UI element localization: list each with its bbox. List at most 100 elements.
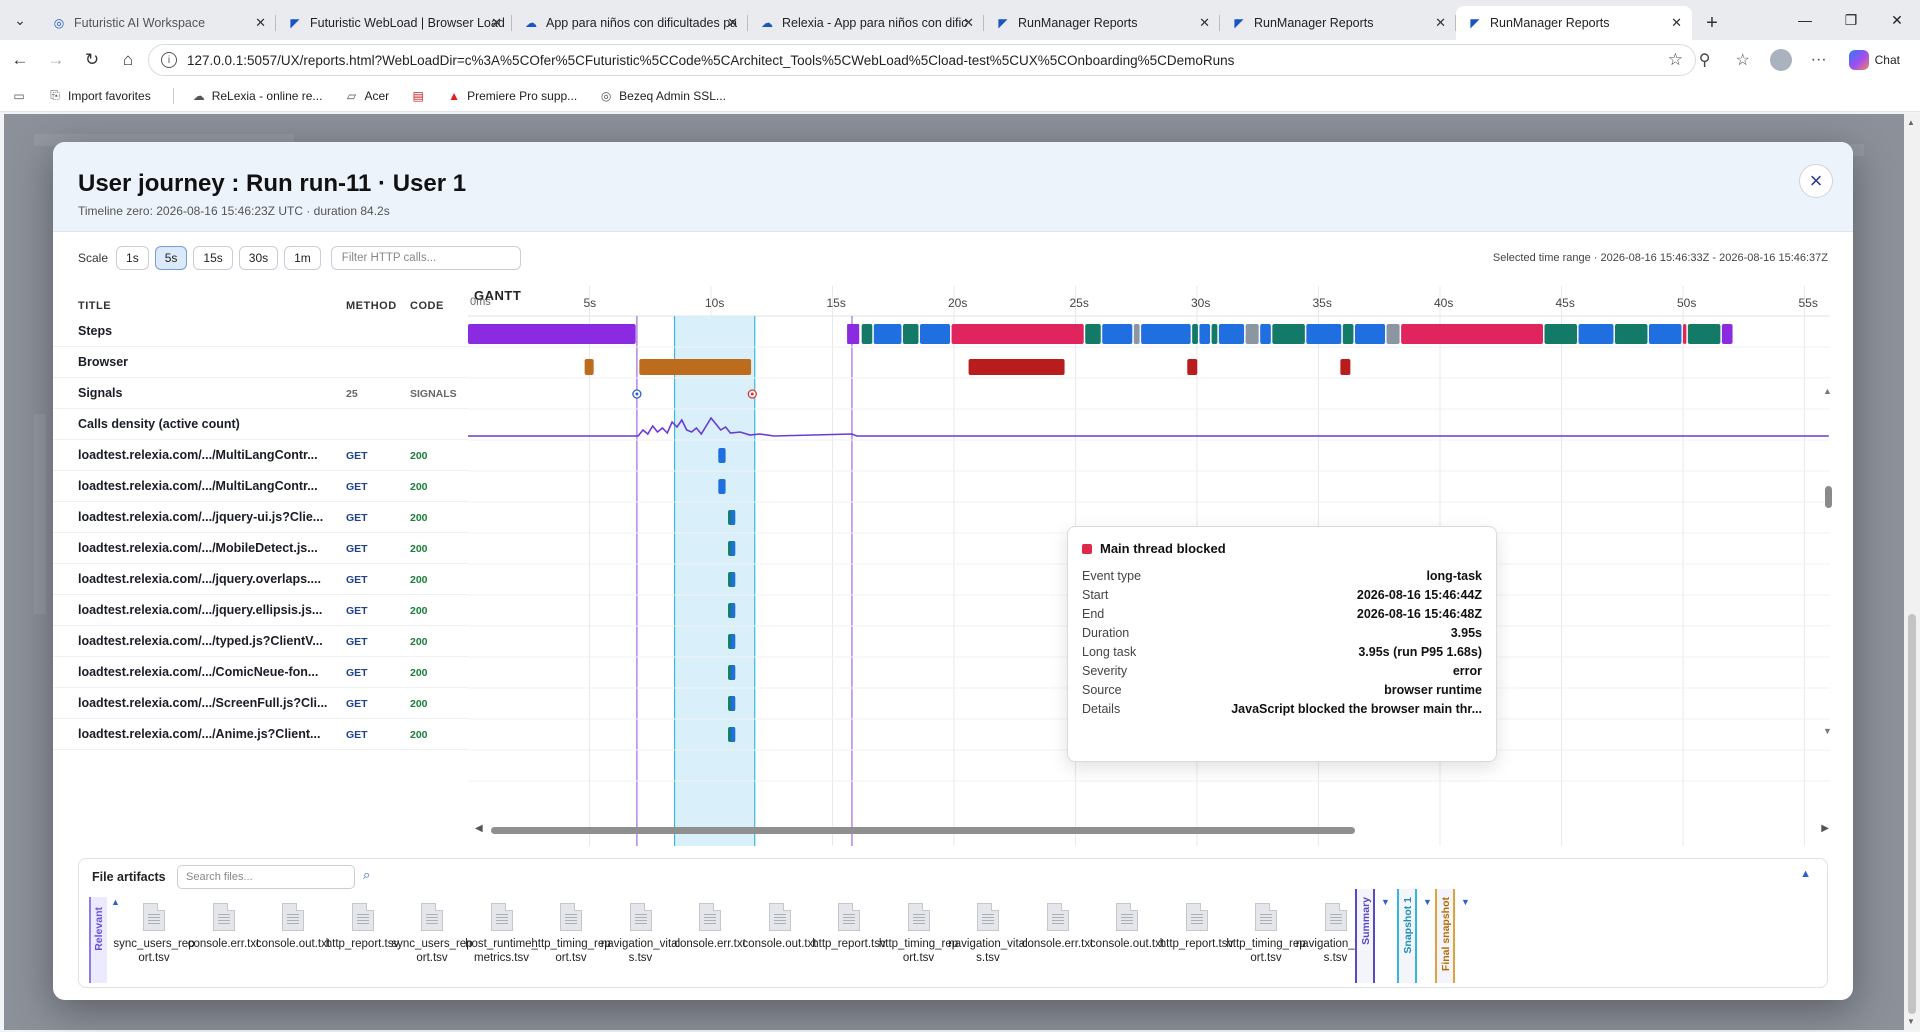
step-bar[interactable] <box>1199 324 1211 344</box>
selection-range[interactable] <box>674 316 755 846</box>
close-window-icon[interactable]: ✕ <box>1874 0 1920 40</box>
snapshot-tab-1[interactable]: Snapshot 1 <box>1397 889 1417 983</box>
minimize-icon[interactable]: — <box>1782 0 1828 40</box>
step-bar[interactable] <box>1354 324 1386 344</box>
tab-close-icon[interactable]: ✕ <box>255 15 266 31</box>
new-tab-button[interactable]: + <box>1692 6 1732 40</box>
refresh-icon[interactable]: ↻ <box>76 44 108 76</box>
step-bar[interactable] <box>873 324 902 344</box>
step-bar[interactable] <box>1683 324 1687 344</box>
snapshot-tab-2[interactable]: Final snapshot <box>1435 889 1455 983</box>
step-bar[interactable] <box>1687 324 1721 344</box>
close-icon[interactable]: × <box>1799 164 1833 198</box>
chat-button[interactable]: Chat <box>1841 50 1908 70</box>
table-row[interactable]: loadtest.relexia.com/.../MultiLangContr.… <box>53 471 468 502</box>
table-row[interactable]: Signals 25 SIGNALS <box>53 378 468 409</box>
gantt-vscroll-thumb[interactable] <box>1825 486 1832 508</box>
step-bar[interactable] <box>1192 324 1198 344</box>
browser-tab-0[interactable]: ◎ Futuristic AI Workspace ✕ <box>40 6 276 40</box>
url-text[interactable]: 127.0.0.1:5057/UX/reports.html?WebLoadDi… <box>187 53 1234 68</box>
browser-tab-5[interactable]: ◤ RunManager Reports ✕ <box>1220 6 1456 40</box>
http-call-bar[interactable] <box>718 479 726 494</box>
step-bar[interactable] <box>1218 324 1245 344</box>
step-bar[interactable] <box>1648 324 1682 344</box>
browser-bar[interactable] <box>584 359 594 375</box>
step-bar[interactable] <box>1272 324 1305 344</box>
page-scrollbar[interactable]: ▲ ▼ <box>1904 114 1920 1030</box>
table-row[interactable]: Steps <box>53 316 468 347</box>
tab-close-icon[interactable]: ✕ <box>963 15 974 31</box>
step-bar[interactable] <box>1578 324 1614 344</box>
http-call-bar-segment[interactable] <box>731 541 736 556</box>
bookmark-import-favorites[interactable]: ⎘ Import favorites <box>48 88 151 103</box>
bookmark-bezeq[interactable]: ◎ Bezeq Admin SSL... <box>599 89 726 103</box>
step-bar[interactable] <box>902 324 919 344</box>
page-scroll-thumb[interactable] <box>1908 614 1916 1014</box>
forward-icon[interactable]: → <box>40 44 72 76</box>
step-bar[interactable] <box>1085 324 1101 344</box>
step-bar[interactable] <box>1306 324 1342 344</box>
address-bar[interactable]: i 127.0.0.1:5057/UX/reports.html?WebLoad… <box>148 44 1696 76</box>
step-bar[interactable] <box>1544 324 1578 344</box>
profile-icon[interactable] <box>1765 44 1797 76</box>
long-task-bar[interactable] <box>968 359 1065 375</box>
table-row[interactable]: loadtest.relexia.com/.../jquery-ui.js?Cl… <box>53 502 468 533</box>
scroll-up-icon[interactable]: ▲ <box>1907 118 1915 127</box>
favorite-star-icon[interactable]: ☆ <box>1668 50 1683 70</box>
tab-close-icon[interactable]: ✕ <box>491 15 502 31</box>
scale-button-15s[interactable]: 15s <box>193 246 233 270</box>
scale-button-5s[interactable]: 5s <box>154 246 188 270</box>
step-bar[interactable] <box>951 324 1084 344</box>
back-icon[interactable]: ← <box>4 44 36 76</box>
scroll-down-icon[interactable]: ▼ <box>1907 1017 1915 1026</box>
home-icon[interactable]: ⌂ <box>112 44 144 76</box>
gantt-hscroll-thumb[interactable] <box>491 827 1355 834</box>
http-call-bar-segment[interactable] <box>731 634 736 649</box>
restore-icon[interactable]: ❐ <box>1828 0 1874 40</box>
table-row[interactable]: Browser <box>53 347 468 378</box>
step-bar[interactable] <box>1342 324 1354 344</box>
http-call-bar-segment[interactable] <box>731 665 736 680</box>
browser-tab-3[interactable]: ☁ Relexia - App para niños con dific ✕ <box>748 6 984 40</box>
tab-close-icon[interactable]: ✕ <box>1199 15 1210 31</box>
long-task-bar[interactable] <box>1340 359 1351 375</box>
step-bar[interactable] <box>1211 324 1218 344</box>
search-icon[interactable]: ⌕ <box>363 867 370 883</box>
snapshot-toggle-icon[interactable]: ▼ <box>1381 897 1390 907</box>
browser-bar[interactable] <box>639 359 682 375</box>
step-bar[interactable] <box>861 324 873 344</box>
tab-close-icon[interactable]: ✕ <box>1671 15 1682 31</box>
scale-button-30s[interactable]: 30s <box>238 246 279 270</box>
http-call-bar-segment[interactable] <box>731 603 736 618</box>
gantt-scroll-up-icon[interactable]: ▲ <box>1823 386 1832 396</box>
snapshot-toggle-icon[interactable]: ▼ <box>1423 897 1432 907</box>
signal-marker[interactable] <box>750 392 754 396</box>
signal-marker[interactable] <box>635 392 639 396</box>
step-bar[interactable] <box>847 324 860 344</box>
gantt-vscroll[interactable]: ▲ ▼ <box>1822 386 1834 736</box>
browser-tab-4[interactable]: ◤ RunManager Reports ✕ <box>984 6 1220 40</box>
browser-tab-2[interactable]: ☁ App para niños con dificultades pa ✕ <box>512 6 748 40</box>
table-row[interactable]: loadtest.relexia.com/.../jquery.overlaps… <box>53 564 468 595</box>
bookmark-relexia[interactable]: ☁ ReLexia - online re... <box>192 89 323 103</box>
http-call-bar-segment[interactable] <box>731 696 736 711</box>
step-bar[interactable] <box>1260 324 1271 344</box>
step-bar[interactable] <box>1102 324 1133 344</box>
table-row[interactable]: Calls density (active count) <box>53 409 468 440</box>
more-icon[interactable]: ··· <box>1803 44 1835 76</box>
http-call-bar-segment[interactable] <box>731 727 736 742</box>
calls-density-line[interactable] <box>468 416 1829 437</box>
step-bar[interactable] <box>468 324 636 344</box>
snapshot-tab-0[interactable]: Summary <box>1355 889 1375 983</box>
scroll-left-icon[interactable]: ◀ <box>475 823 483 834</box>
http-call-bar-segment[interactable] <box>731 510 736 525</box>
favorites-icon[interactable]: ☆ <box>1727 44 1759 76</box>
table-row[interactable]: loadtest.relexia.com/.../ScreenFull.js?C… <box>53 688 468 719</box>
table-row[interactable]: loadtest.relexia.com/.../typed.js?Client… <box>53 626 468 657</box>
site-info-icon[interactable]: i <box>161 52 177 68</box>
step-bar[interactable] <box>1721 324 1733 344</box>
table-row[interactable]: loadtest.relexia.com/.../ComicNeue-fon..… <box>53 657 468 688</box>
avatar[interactable] <box>1769 49 1792 71</box>
bookmark-pdf[interactable]: ▤ <box>411 89 425 103</box>
table-row[interactable]: loadtest.relexia.com/.../MobileDetect.js… <box>53 533 468 564</box>
